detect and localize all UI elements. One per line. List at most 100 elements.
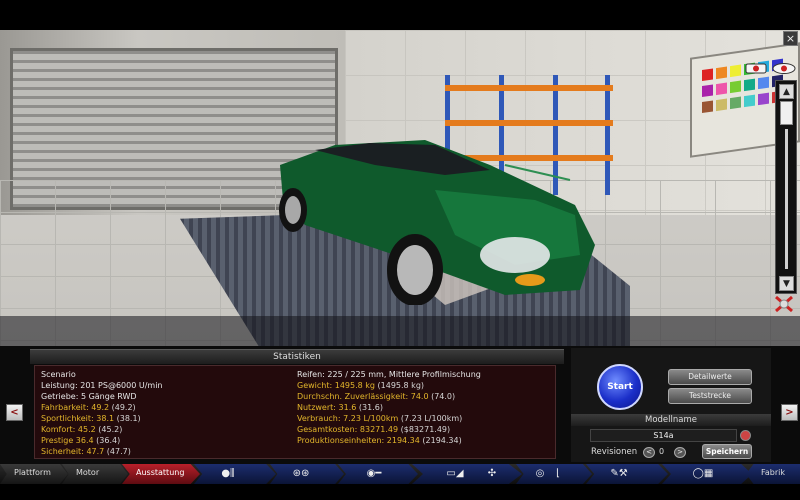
- stat-label: Leistung:: [41, 381, 81, 390]
- detailwerte-button[interactable]: Detailwerte: [668, 369, 752, 385]
- revision-value: 0: [659, 447, 665, 456]
- stat-value: 1495.8 kg: [334, 381, 375, 390]
- seat-icon: ⌊: [556, 468, 560, 479]
- stat-previous-value: (7.23 L/100km): [398, 414, 463, 423]
- stat-row: Prestige 36.4 (36.4): [41, 435, 120, 446]
- steering-icon: ◎: [535, 468, 545, 479]
- scroll-thumb[interactable]: [780, 101, 793, 125]
- fan-icon: ✣: [487, 468, 497, 479]
- scroll-track[interactable]: [785, 129, 788, 269]
- tab-brakes[interactable]: ◉━: [338, 464, 418, 484]
- stat-label: Nutzwert:: [297, 403, 339, 412]
- disc-brake-icon: ◉━: [366, 468, 382, 479]
- view-zoom-scrollbar[interactable]: ▲ ▼: [775, 80, 797, 294]
- bottom-border: [0, 484, 800, 500]
- stat-row: Gesamtkosten: 83271.49 ($83271.49): [297, 424, 450, 435]
- stat-value: 83271.49: [359, 425, 399, 434]
- stat-value: 31.6: [338, 403, 357, 412]
- stat-value: 38.1: [96, 414, 115, 423]
- stat-label: Scenario: [41, 370, 76, 379]
- engine-block-icon: ●⫼: [221, 468, 235, 479]
- revisionen-label: Revisionen: [591, 447, 638, 457]
- tab-engine-block[interactable]: ●⫼: [194, 464, 276, 484]
- stat-value: 201 PS@6000 U/min: [80, 381, 163, 390]
- stat-row: Getriebe: 5 Gänge RWD: [41, 391, 137, 402]
- stat-value: 74.0: [410, 392, 429, 401]
- car-model[interactable]: [275, 105, 605, 305]
- stat-row: Fahrbarkeit: 49.2 (49.2): [41, 402, 136, 413]
- stat-row: Produktionseinheiten: 2194.34 (2194.34): [297, 435, 462, 446]
- car-body-icon: ▭◢: [446, 468, 464, 479]
- tab-fabrik[interactable]: Fabrik: [746, 464, 800, 484]
- stat-row: Leistung: 201 PS@6000 U/min: [41, 380, 163, 391]
- stat-previous-value: ($83271.49): [398, 425, 451, 434]
- tab-car-body[interactable]: ▭◢ ✣: [412, 464, 522, 484]
- tab-interior[interactable]: ◎ ⌊: [516, 464, 592, 484]
- stat-row: Sicherheit: 47.7 (47.7): [41, 446, 131, 457]
- stat-row: Sportlichkeit: 38.1 (38.1): [41, 413, 141, 424]
- stat-value: 7.23 L/100km: [343, 414, 399, 423]
- wheel-icon: ⊛⊛: [292, 468, 310, 479]
- stat-value: 45.2: [77, 425, 96, 434]
- stat-row: Scenario: [41, 369, 76, 380]
- stat-value: 2194.34: [386, 436, 420, 445]
- stat-previous-value: (74.0): [428, 392, 456, 401]
- bottom-navigation: Plattform Motor Ausstattung ●⫼ ⊛⊛ ◉━ ▭◢ …: [0, 464, 800, 484]
- revision-next-button[interactable]: >: [674, 447, 686, 458]
- stat-previous-value: (2194.34): [419, 436, 462, 445]
- stat-label: Reifen:: [297, 370, 328, 379]
- stat-row: Komfort: 45.2 (45.2): [41, 424, 122, 435]
- stat-previous-value: (38.1): [114, 414, 141, 423]
- stat-label: Gesamtkosten:: [297, 425, 360, 434]
- stat-previous-value: (47.7): [104, 447, 131, 456]
- tab-plattform[interactable]: Plattform: [0, 464, 68, 484]
- scroll-up-button[interactable]: ▲: [779, 84, 794, 99]
- revision-previous-button[interactable]: <: [643, 447, 655, 458]
- tab-motor[interactable]: Motor: [62, 464, 128, 484]
- stat-previous-value: (31.6): [356, 403, 383, 412]
- stat-label: Komfort:: [41, 425, 78, 434]
- stat-row: Gewicht: 1495.8 kg (1495.8 kg): [297, 380, 424, 391]
- garage-viewport[interactable]: [0, 30, 800, 346]
- stat-label: Gewicht:: [297, 381, 335, 390]
- stat-value: 225 / 225 mm, Mittlere Profilmischung: [327, 370, 481, 379]
- previous-arrow-button[interactable]: <: [6, 404, 23, 421]
- stat-previous-value: (45.2): [95, 425, 123, 434]
- tab-wheels[interactable]: ⊛⊛: [270, 464, 344, 484]
- statistics-header: Statistiken: [30, 349, 564, 364]
- teststrecke-button[interactable]: Teststrecke: [668, 388, 752, 404]
- statistics-title: Statistiken: [273, 352, 321, 362]
- viewport-shade: [0, 316, 800, 346]
- stat-label: Produktionseinheiten:: [297, 436, 387, 445]
- finish-flag-icon: ◯▦: [692, 468, 714, 479]
- stat-label: Prestige: [41, 436, 76, 445]
- stat-value: 5 Gänge RWD: [80, 392, 137, 401]
- stat-previous-value: (1495.8 kg): [374, 381, 425, 390]
- stat-label: Verbrauch:: [297, 414, 344, 423]
- clear-name-icon[interactable]: [740, 430, 751, 441]
- stat-label: Getriebe:: [41, 392, 81, 401]
- stat-row: Nutzwert: 31.6 (31.6): [297, 402, 383, 413]
- tab-ausstattung[interactable]: Ausstattung: [122, 464, 200, 484]
- stat-label: Durchschn. Zuverlässigkeit:: [297, 392, 411, 401]
- stat-previous-value: (49.2): [109, 403, 136, 412]
- modelname-label: Modellname: [571, 414, 771, 426]
- stat-previous-value: (36.4): [93, 436, 121, 445]
- eye-icon: [772, 63, 796, 74]
- save-button[interactable]: Speichern: [702, 444, 752, 459]
- close-view-button[interactable]: ×: [783, 31, 798, 46]
- statistics-box: Scenario Leistung: 201 PS@6000 U/min Getri…: [34, 365, 556, 459]
- stat-value: 49.2: [91, 403, 110, 412]
- stat-row: Durchschn. Zuverlässigkeit: 74.0 (74.0): [297, 391, 455, 402]
- tools-icon[interactable]: [773, 294, 795, 314]
- start-button[interactable]: Start: [597, 364, 643, 410]
- stat-label: Fahrbarkeit:: [41, 403, 92, 412]
- tab-test[interactable]: ◯▦: [662, 464, 752, 484]
- view-toggle-icons[interactable]: [744, 60, 798, 76]
- next-arrow-button[interactable]: >: [781, 404, 798, 421]
- scroll-down-button[interactable]: ▼: [779, 276, 794, 291]
- tab-tools[interactable]: ✎⚒: [586, 464, 668, 484]
- modelname-input[interactable]: [590, 429, 737, 442]
- stat-label: Sportlichkeit:: [41, 414, 97, 423]
- stat-value: 36.4: [75, 436, 94, 445]
